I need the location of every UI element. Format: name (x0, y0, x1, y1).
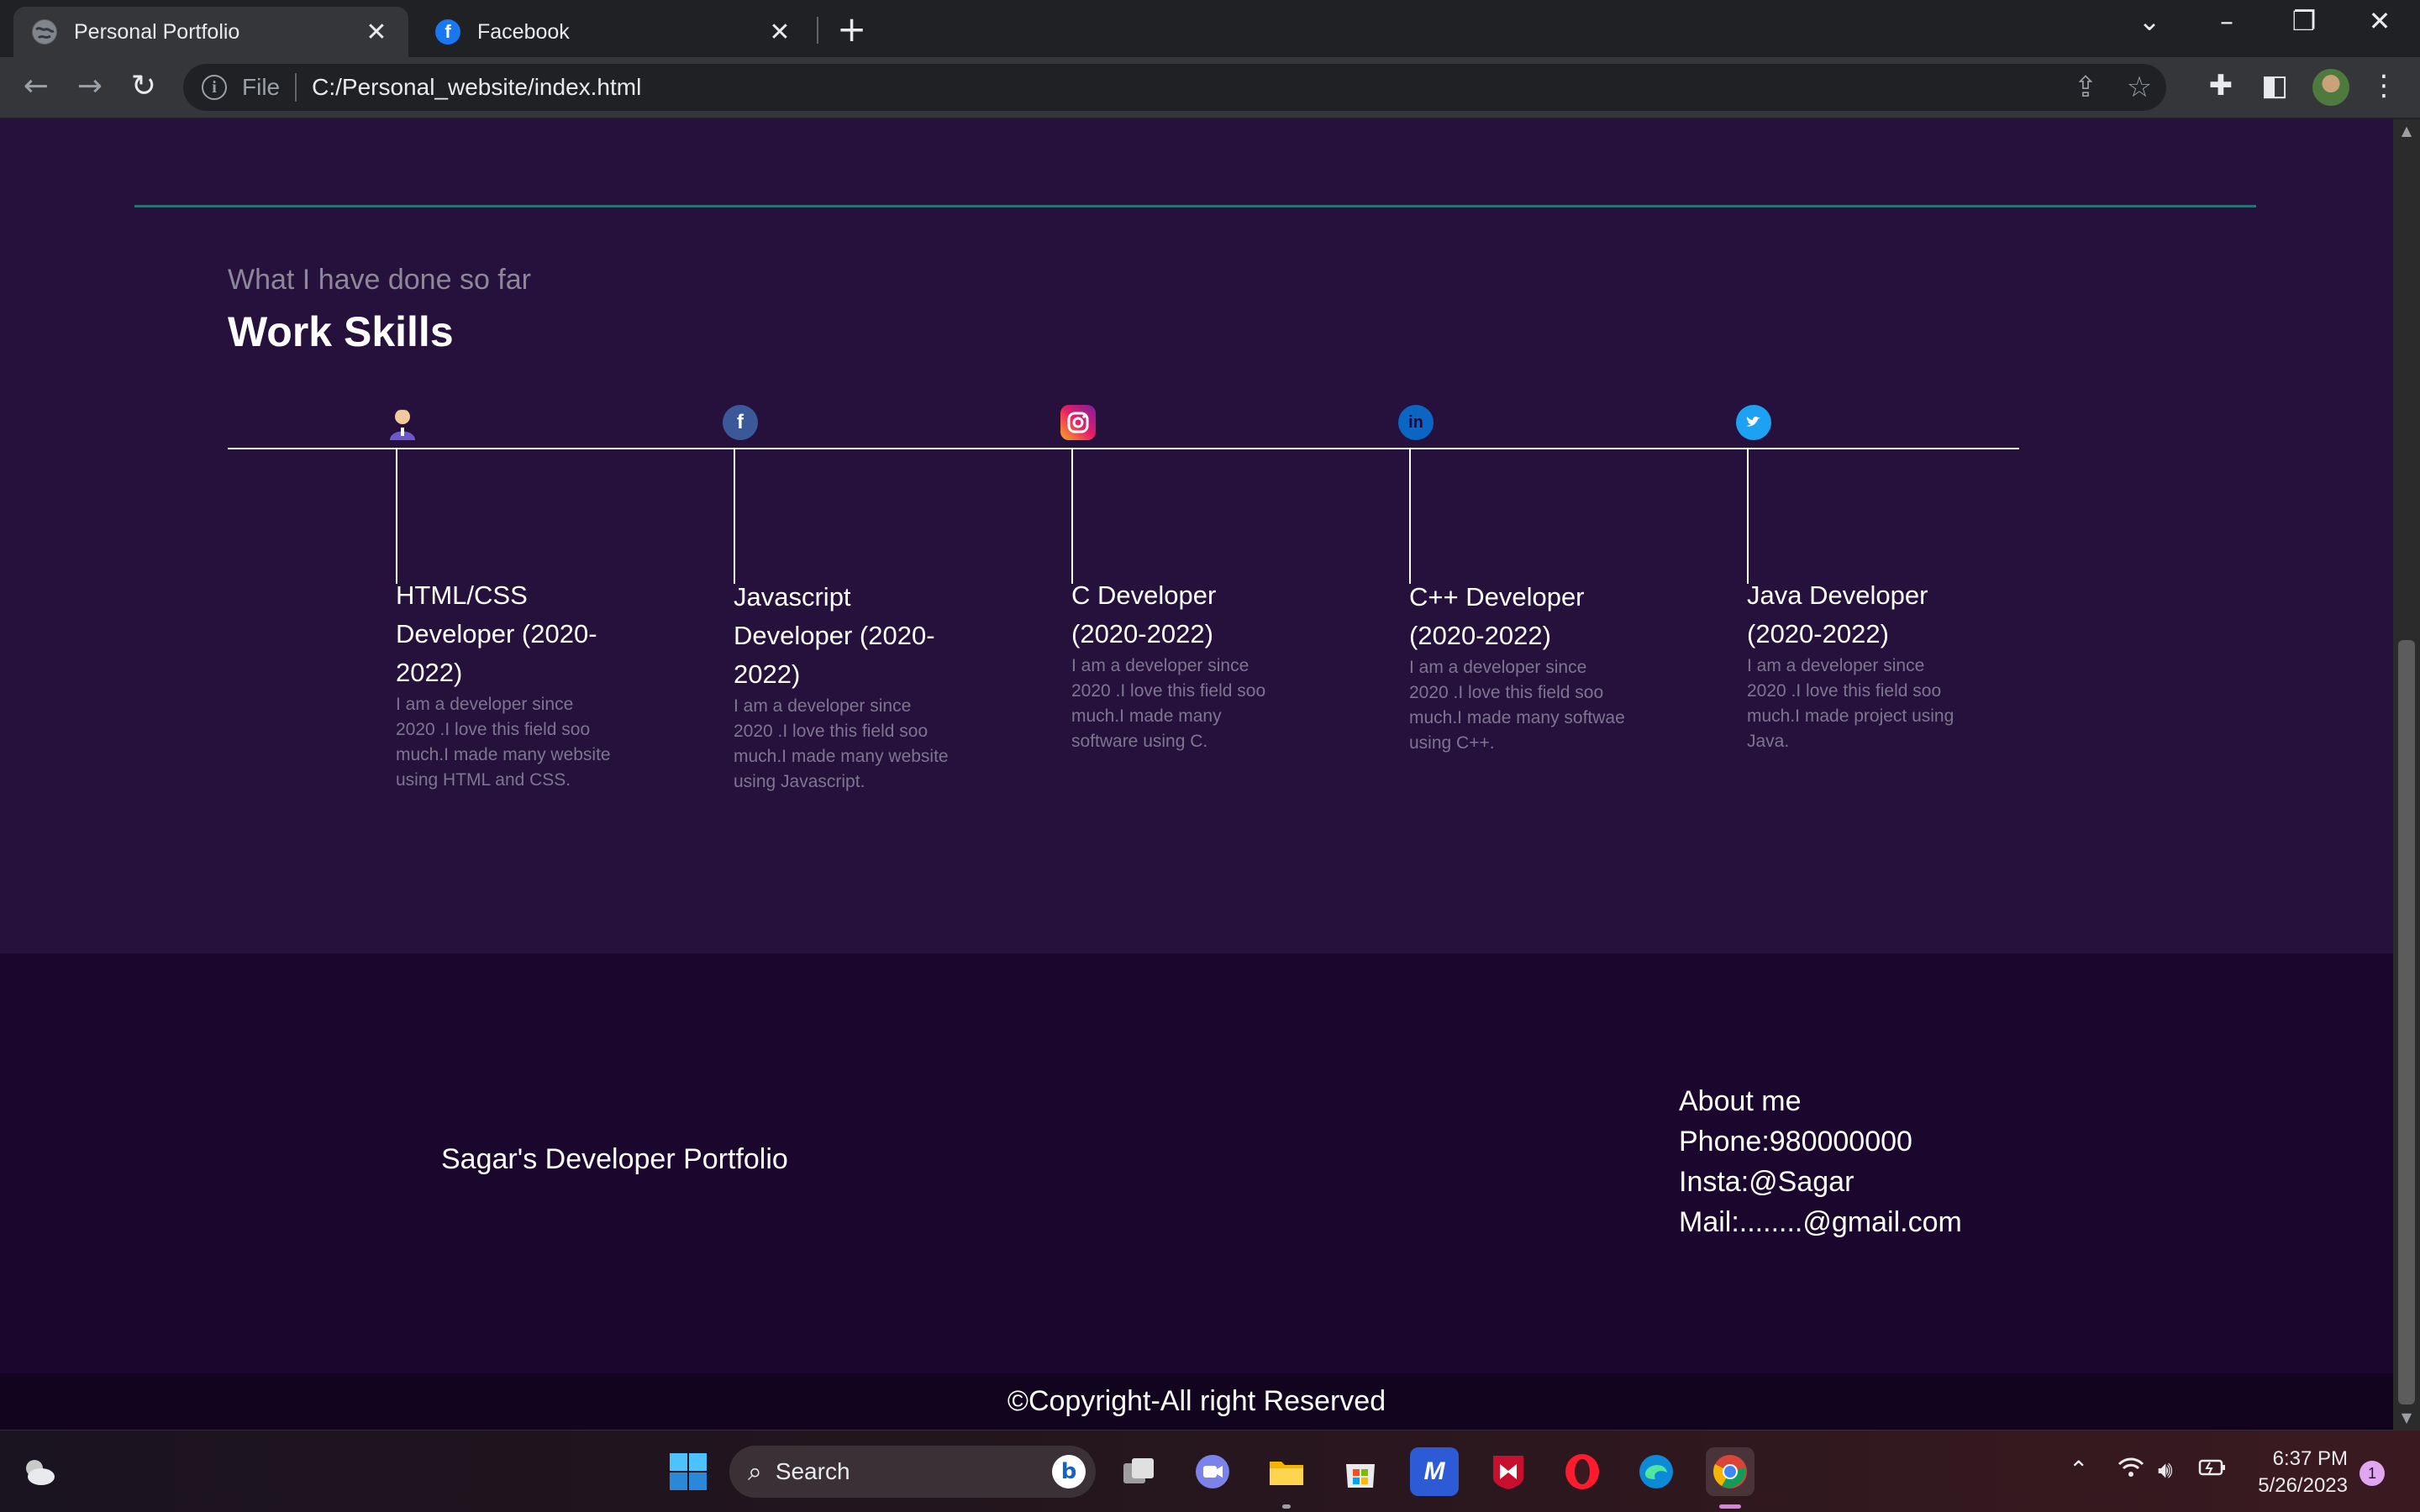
active-app-indicator (1719, 1504, 1741, 1509)
insta-text: Insta:@Sagar (1679, 1166, 1854, 1198)
skill-description: I am a developer since 2020 .I love this… (1071, 656, 1266, 751)
close-window-button[interactable]: ✕ (2354, 5, 2405, 37)
volume-icon[interactable]: 🔊︎ (2158, 1456, 2173, 1484)
url-text[interactable]: C:/Personal_website/index.html (312, 74, 2059, 101)
address-separator (295, 73, 297, 102)
mcafee-icon[interactable] (1484, 1447, 1533, 1496)
bing-icon[interactable]: b (1052, 1455, 1086, 1488)
running-indicator (1282, 1504, 1291, 1509)
profile-avatar[interactable] (2312, 69, 2349, 106)
timeline-line (228, 448, 2019, 449)
clock-time: 6:37 PM (2272, 1447, 2348, 1470)
timeline-connector (396, 449, 397, 584)
share-icon[interactable]: ⇪ (2059, 71, 2112, 104)
microsoft-store-icon[interactable] (1336, 1447, 1385, 1496)
chrome-icon[interactable] (1706, 1447, 1754, 1496)
mail-text: Mail:........@gmail.com (1679, 1206, 1962, 1238)
chevron-up-icon[interactable]: ⌃ (2069, 1456, 2088, 1483)
restore-button[interactable]: ❐ (2279, 5, 2329, 37)
maya-app-icon[interactable]: M (1410, 1447, 1459, 1496)
twitter-icon[interactable] (1736, 405, 1771, 440)
new-tab-button[interactable]: + (837, 8, 866, 50)
skill-description: I am a developer since 2020 .I love this… (396, 695, 611, 790)
timeline-connector (1071, 449, 1073, 584)
skill-title: Javascript Developer (2020-2022) (734, 582, 935, 689)
search-label: Search (775, 1458, 850, 1484)
developer-avatar-icon (385, 405, 420, 440)
side-panel-icon[interactable]: ◧ (2254, 69, 2296, 102)
instagram-icon[interactable] (1060, 405, 1096, 440)
bookmark-star-icon[interactable]: ☆ (2112, 71, 2166, 104)
scheme-label: File (242, 74, 281, 100)
start-windows-icon[interactable] (664, 1447, 713, 1496)
forward-button[interactable]: → (69, 69, 111, 103)
minimize-button[interactable]: – (2202, 5, 2252, 37)
skill-title: C++ Developer (2020-2022) (1409, 582, 1585, 650)
tab-title: Personal Portfolio (74, 19, 240, 44)
tab-facebook[interactable]: f Facebook ✕ (417, 7, 812, 57)
file-explorer-icon[interactable] (1262, 1447, 1311, 1496)
close-tab-icon[interactable]: ✕ (766, 18, 793, 47)
search-icon: ⌕ (748, 1457, 762, 1487)
page-viewport: What I have done so far Work Skills HTML… (0, 119, 2393, 1430)
timeline-connector (1747, 449, 1749, 584)
menu-kebab-icon[interactable]: ⋮ (2363, 69, 2405, 102)
back-button[interactable]: ← (15, 69, 57, 103)
address-bar[interactable]: i File C:/Personal_website/index.html ⇪ … (183, 64, 2166, 111)
about-me-link[interactable]: About me (1679, 1081, 1962, 1121)
timeline-connector (734, 449, 735, 584)
windows-taskbar: ⌕ Search b M ⌃ 🔊︎ 6:37 PM 5/26/2023 1 (0, 1430, 2420, 1512)
page-scrollbar[interactable]: ▲ ▼ (2393, 119, 2420, 1430)
skill-title: HTML/CSS Developer (2020-2022) (396, 580, 597, 687)
copyright-bar: ©Copyright-All right Reserved (0, 1373, 2393, 1430)
section-title: Work Skills (228, 308, 454, 355)
skill-title: Java Developer (2020-2022) (1747, 580, 1928, 648)
scroll-down-arrow-icon[interactable]: ▼ (2393, 1410, 2420, 1425)
site-footer: Sagar's Developer Portfolio About me Pho… (0, 953, 2393, 1373)
skill-description: I am a developer since 2020 .I love this… (1409, 658, 1625, 753)
section-subtitle: What I have done so far (228, 264, 531, 296)
skill-title: C Developer (2020-2022) (1071, 580, 1217, 648)
system-clock[interactable]: 6:37 PM 5/26/2023 (2258, 1446, 2348, 1499)
phone-text: Phone:980000000 (1679, 1126, 1912, 1158)
footer-contact: About me Phone:980000000 Insta:@Sagar Ma… (1679, 1081, 1962, 1242)
task-view-icon[interactable] (1114, 1447, 1163, 1496)
scroll-up-arrow-icon[interactable]: ▲ (2393, 123, 2420, 139)
facebook-icon[interactable]: f (723, 405, 758, 440)
extensions-icon[interactable]: ✚ (2200, 69, 2242, 102)
skill-description: I am a developer since 2020 .I love this… (1747, 656, 1954, 751)
browser-toolbar: ← → ↻ i File C:/Personal_website/index.h… (0, 57, 2420, 119)
site-info-icon[interactable]: i (202, 75, 227, 100)
opera-icon[interactable] (1558, 1447, 1607, 1496)
tab-title: Facebook (477, 19, 570, 44)
scroll-thumb[interactable] (2398, 640, 2415, 1404)
close-tab-icon[interactable]: ✕ (363, 18, 390, 47)
weather-icon[interactable] (13, 1447, 62, 1496)
globe-icon (32, 19, 57, 45)
battery-icon[interactable] (2198, 1456, 2227, 1483)
footer-brand: Sagar's Developer Portfolio (441, 1143, 788, 1175)
section-divider (134, 205, 2256, 207)
skill-description: I am a developer since 2020 .I love this… (734, 696, 949, 791)
tab-personal-portfolio[interactable]: Personal Portfolio ✕ (13, 7, 408, 57)
taskbar-search-box[interactable]: ⌕ Search b (729, 1446, 1096, 1498)
browser-tab-strip: Personal Portfolio ✕ f Facebook ✕ + ⌄ – … (0, 0, 2420, 57)
teams-chat-icon[interactable] (1188, 1447, 1237, 1496)
linkedin-icon[interactable]: in (1398, 405, 1434, 440)
timeline-connector (1409, 449, 1411, 584)
reload-button[interactable]: ↻ (123, 69, 165, 103)
edge-icon[interactable] (1632, 1447, 1681, 1496)
tab-search-chevron-icon[interactable]: ⌄ (2124, 5, 2175, 37)
wifi-icon[interactable] (2118, 1456, 2144, 1485)
tab-separator (817, 17, 818, 44)
clock-date: 5/26/2023 (2258, 1474, 2348, 1497)
facebook-icon: f (435, 19, 460, 45)
notification-badge[interactable]: 1 (2360, 1461, 2385, 1486)
